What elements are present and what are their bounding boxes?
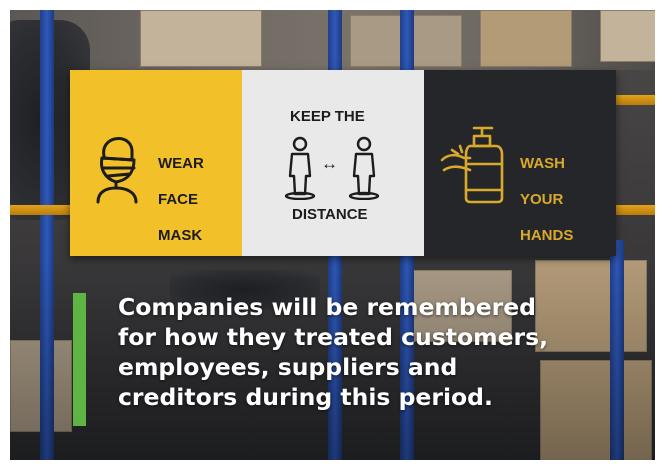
wear-mask-panel: WEAR FACE MASK [70, 70, 242, 256]
keep-the-label: KEEP THE [290, 108, 365, 125]
quote-line: for how they treated customers, [118, 323, 549, 351]
mask-label: MASK [158, 227, 203, 244]
quote-accent-bar [73, 293, 86, 426]
quote-line: Companies will be remembered [118, 293, 536, 321]
distance-label: DISTANCE [292, 206, 368, 223]
photo-frame: WEAR FACE MASK KEEP THE ↔ DISTANCE WASH … [10, 10, 655, 460]
face-label: FACE [158, 191, 199, 208]
face-mask-icon [96, 137, 138, 204]
hands-label: HANDS [520, 227, 574, 244]
quote-line: creditors during this period. [118, 383, 493, 411]
your-label: YOUR [520, 191, 564, 208]
wear-label: WEAR [158, 155, 204, 172]
safety-sign: WEAR FACE MASK KEEP THE ↔ DISTANCE WASH … [70, 70, 616, 256]
quote-line: employees, suppliers and [118, 353, 458, 381]
wash-hands-panel: WASH YOUR HANDS [424, 70, 616, 256]
keep-distance-panel: KEEP THE ↔ DISTANCE [242, 70, 424, 256]
wash-label: WASH [520, 155, 565, 172]
quote-text: Companies will be remembered for how the… [118, 292, 638, 412]
hand-sanitizer-icon [440, 126, 504, 204]
wear-mask-text: WEAR FACE MASK [158, 137, 204, 263]
wash-hands-text: WASH YOUR HANDS [520, 137, 573, 263]
distance-arrow: ↔ [321, 154, 338, 173]
